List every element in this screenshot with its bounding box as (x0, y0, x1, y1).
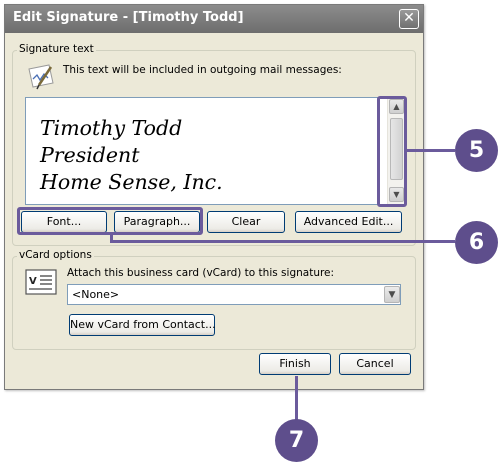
vcard-icon: V (25, 269, 57, 295)
advanced-edit-button[interactable]: Advanced Edit... (295, 211, 402, 233)
callout-5-connector (407, 149, 455, 152)
callout-6-highlight (17, 207, 203, 235)
signature-pen-icon (28, 64, 54, 90)
callout-5-badge: 5 (455, 129, 498, 172)
finish-button[interactable]: Finish (259, 353, 331, 375)
callout-7-connector (295, 376, 298, 420)
svg-text:V: V (29, 276, 37, 287)
callout-7-badge: 7 (275, 419, 318, 462)
cancel-button[interactable]: Cancel (339, 353, 411, 375)
signature-editor[interactable]: Timothy Todd President Home Sense, Inc. … (25, 97, 405, 205)
signature-text-group-label: Signature text (17, 43, 96, 55)
signature-line-name: Timothy Todd (40, 116, 183, 140)
callout-6-connector-h (110, 240, 455, 243)
new-vcard-from-contact-button[interactable]: New vCard from Contact... (69, 314, 216, 336)
vcard-select-value: <None> (72, 288, 120, 301)
signature-line-title: President (40, 143, 140, 167)
edit-signature-dialog: Edit Signature - [Timothy Todd] ✕ Signat… (4, 4, 424, 390)
chevron-down-icon[interactable]: ▼ (384, 286, 400, 303)
signature-line-company: Home Sense, Inc. (40, 170, 223, 194)
window-title: Edit Signature - [Timothy Todd] (13, 10, 244, 25)
vcard-select[interactable]: <None> ▼ (67, 284, 401, 305)
vcard-options-group-label: vCard options (17, 249, 94, 261)
clear-button[interactable]: Clear (207, 211, 285, 233)
callout-5-highlight (377, 96, 407, 207)
attach-vcard-label: Attach this business card (vCard) to thi… (67, 267, 335, 279)
close-button[interactable]: ✕ (399, 9, 419, 29)
callout-6-badge: 6 (455, 221, 498, 264)
title-bar[interactable]: Edit Signature - [Timothy Todd] ✕ (5, 5, 423, 33)
signature-description: This text will be included in outgoing m… (63, 64, 342, 76)
